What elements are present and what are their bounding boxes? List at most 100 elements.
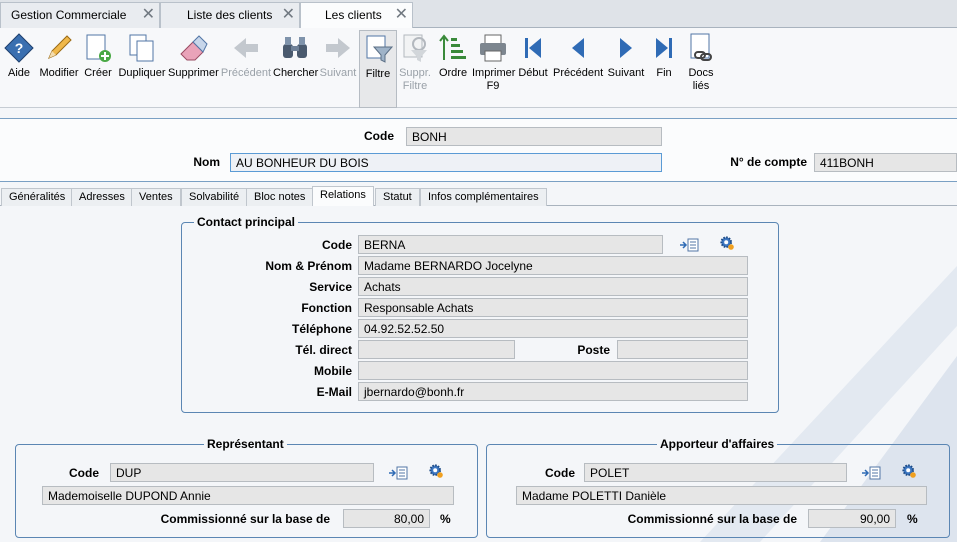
business-provider-title: Apporteur d'affaires	[657, 437, 778, 451]
representative-code-field[interactable]: DUP	[110, 463, 374, 482]
toolbar-label: Précédent	[553, 67, 604, 79]
tab-generalites[interactable]: Généralités	[1, 188, 74, 206]
next-record-button[interactable]: Suivant	[605, 32, 647, 80]
account-number-field[interactable]: 411BONH	[814, 153, 957, 172]
window-tab-les-clients[interactable]: Les clients ✕	[300, 2, 413, 29]
tab-adresses[interactable]: Adresses	[71, 188, 133, 206]
toolbar-label: Supprimer	[168, 67, 219, 79]
select-list-icon[interactable]	[388, 465, 408, 481]
toolbar-label-line2: F9	[486, 80, 500, 92]
search-button[interactable]: Chercher	[273, 32, 318, 80]
main-contact-group: Contact principal Code BERNA Nom & Préno…	[181, 215, 779, 413]
email-label: E-Mail	[316, 385, 352, 399]
toolbar: ? Aide Modifier Créer Dupliquer Supprime…	[0, 28, 957, 108]
service-field[interactable]: Achats	[358, 277, 748, 296]
pencil-icon	[48, 35, 72, 59]
toolbar-label: Docs	[688, 67, 714, 79]
close-icon[interactable]: ✕	[282, 6, 295, 24]
last-icon	[656, 38, 672, 58]
commission-label: Commissionné sur la base de	[627, 512, 797, 526]
first-icon	[525, 38, 541, 58]
window-tab-liste-des-clients[interactable]: Liste des clients ✕	[160, 2, 300, 28]
toolbar-label: Début	[518, 67, 548, 79]
select-list-icon[interactable]	[861, 465, 881, 481]
tab-ventes[interactable]: Ventes	[131, 188, 181, 206]
window-tab-gestion-commerciale[interactable]: Gestion Commerciale ✕	[0, 2, 160, 28]
toolbar-label: Filtre	[365, 68, 391, 80]
toolbar-label-line2: liés	[692, 80, 710, 92]
toolbar-label: Imprimer	[472, 67, 516, 79]
gear-icon[interactable]	[899, 463, 919, 479]
mobile-field[interactable]	[358, 361, 748, 380]
modify-button[interactable]: Modifier	[38, 32, 80, 80]
client-header: Code BONH Nom AU BONHEUR DU BOIS N° de c…	[0, 118, 957, 182]
gear-icon[interactable]	[426, 463, 446, 479]
contact-code-field[interactable]: BERNA	[358, 235, 663, 254]
email-field[interactable]: jbernardo@bonh.fr	[358, 382, 748, 401]
tab-statut[interactable]: Statut	[375, 188, 420, 206]
percent-label: %	[440, 512, 451, 526]
window-tab-label: Liste des clients	[187, 8, 273, 22]
toolbar-label: Suivant	[607, 67, 645, 79]
previous-search-button[interactable]: Précédent	[220, 32, 272, 80]
last-record-button[interactable]: Fin	[648, 32, 680, 80]
previous-record-button[interactable]: Précédent	[553, 32, 603, 80]
order-button[interactable]: Ordre	[436, 32, 470, 80]
tab-solvabilite[interactable]: Solvabilité	[181, 188, 248, 206]
contact-name-field[interactable]: Madame BERNARDO Jocelyne	[358, 256, 748, 275]
create-button[interactable]: Créer	[82, 32, 114, 80]
toolbar-label: Créer	[84, 67, 112, 79]
gear-icon[interactable]	[717, 235, 737, 251]
help-icon: ?	[4, 33, 34, 63]
window-tab-label: Les clients	[325, 8, 382, 22]
sort-order-icon	[439, 34, 466, 60]
fonction-field[interactable]: Responsable Achats	[358, 298, 748, 317]
duplicate-button[interactable]: Dupliquer	[117, 32, 167, 80]
commission-rate-field[interactable]: 90,00	[808, 509, 896, 528]
print-button[interactable]: Imprimer F9	[472, 32, 516, 93]
delete-button[interactable]: Supprimer	[168, 32, 219, 80]
toolbar-label: Précédent	[220, 67, 272, 79]
business-provider-code-field[interactable]: POLET	[584, 463, 847, 482]
arrow-right-icon	[326, 38, 350, 58]
main-contact-title: Contact principal	[194, 215, 299, 229]
filter-icon	[366, 35, 394, 63]
toolbar-label: Ordre	[438, 67, 468, 79]
extension-field[interactable]	[617, 340, 748, 359]
previous-icon	[572, 38, 584, 58]
help-button[interactable]: ? Aide	[2, 32, 36, 80]
representative-name-field: Mademoiselle DUPOND Annie	[42, 486, 454, 505]
toolbar-label: Dupliquer	[118, 67, 166, 79]
linked-docs-icon	[690, 33, 712, 61]
phone-field[interactable]: 04.92.52.52.50	[358, 319, 748, 338]
toolbar-label: Suivant	[319, 67, 357, 79]
client-code-field[interactable]: BONH	[406, 127, 662, 146]
tab-infos-complementaires[interactable]: Infos complémentaires	[420, 188, 547, 206]
tab-bloc-notes[interactable]: Bloc notes	[246, 188, 314, 206]
duplicate-icon	[129, 34, 154, 62]
close-icon[interactable]: ✕	[395, 6, 408, 24]
select-list-icon[interactable]	[679, 237, 699, 253]
eraser-icon	[180, 35, 208, 61]
filter-button[interactable]: Filtre	[359, 30, 397, 108]
page-tab-bar: Généralités Adresses Ventes Solvabilité …	[0, 186, 957, 207]
client-name-field[interactable]: AU BONHEUR DU BOIS	[230, 153, 662, 172]
remove-filter-icon	[403, 34, 427, 62]
remove-filter-button[interactable]: Suppr. Filtre	[397, 32, 433, 93]
next-icon	[620, 38, 632, 58]
representative-group: Représentant Code DUP Mademoiselle DUPON…	[15, 437, 478, 538]
representative-code-label: Code	[69, 466, 99, 480]
commission-rate-field[interactable]: 80,00	[343, 509, 430, 528]
first-record-button[interactable]: Début	[516, 32, 550, 80]
next-search-button[interactable]: Suivant	[318, 32, 358, 80]
binoculars-icon	[283, 37, 307, 58]
new-document-icon	[86, 34, 111, 62]
phone-label: Téléphone	[291, 322, 352, 336]
window-tab-bar: Gestion Commerciale ✕ Liste des clients …	[0, 0, 957, 29]
nom-label: Nom	[193, 155, 220, 169]
linked-docs-button[interactable]: Docs liés	[684, 32, 718, 93]
close-icon[interactable]: ✕	[142, 6, 155, 24]
tab-relations[interactable]: Relations	[312, 186, 374, 207]
svg-text:?: ?	[15, 40, 24, 56]
direct-phone-field[interactable]	[358, 340, 515, 359]
